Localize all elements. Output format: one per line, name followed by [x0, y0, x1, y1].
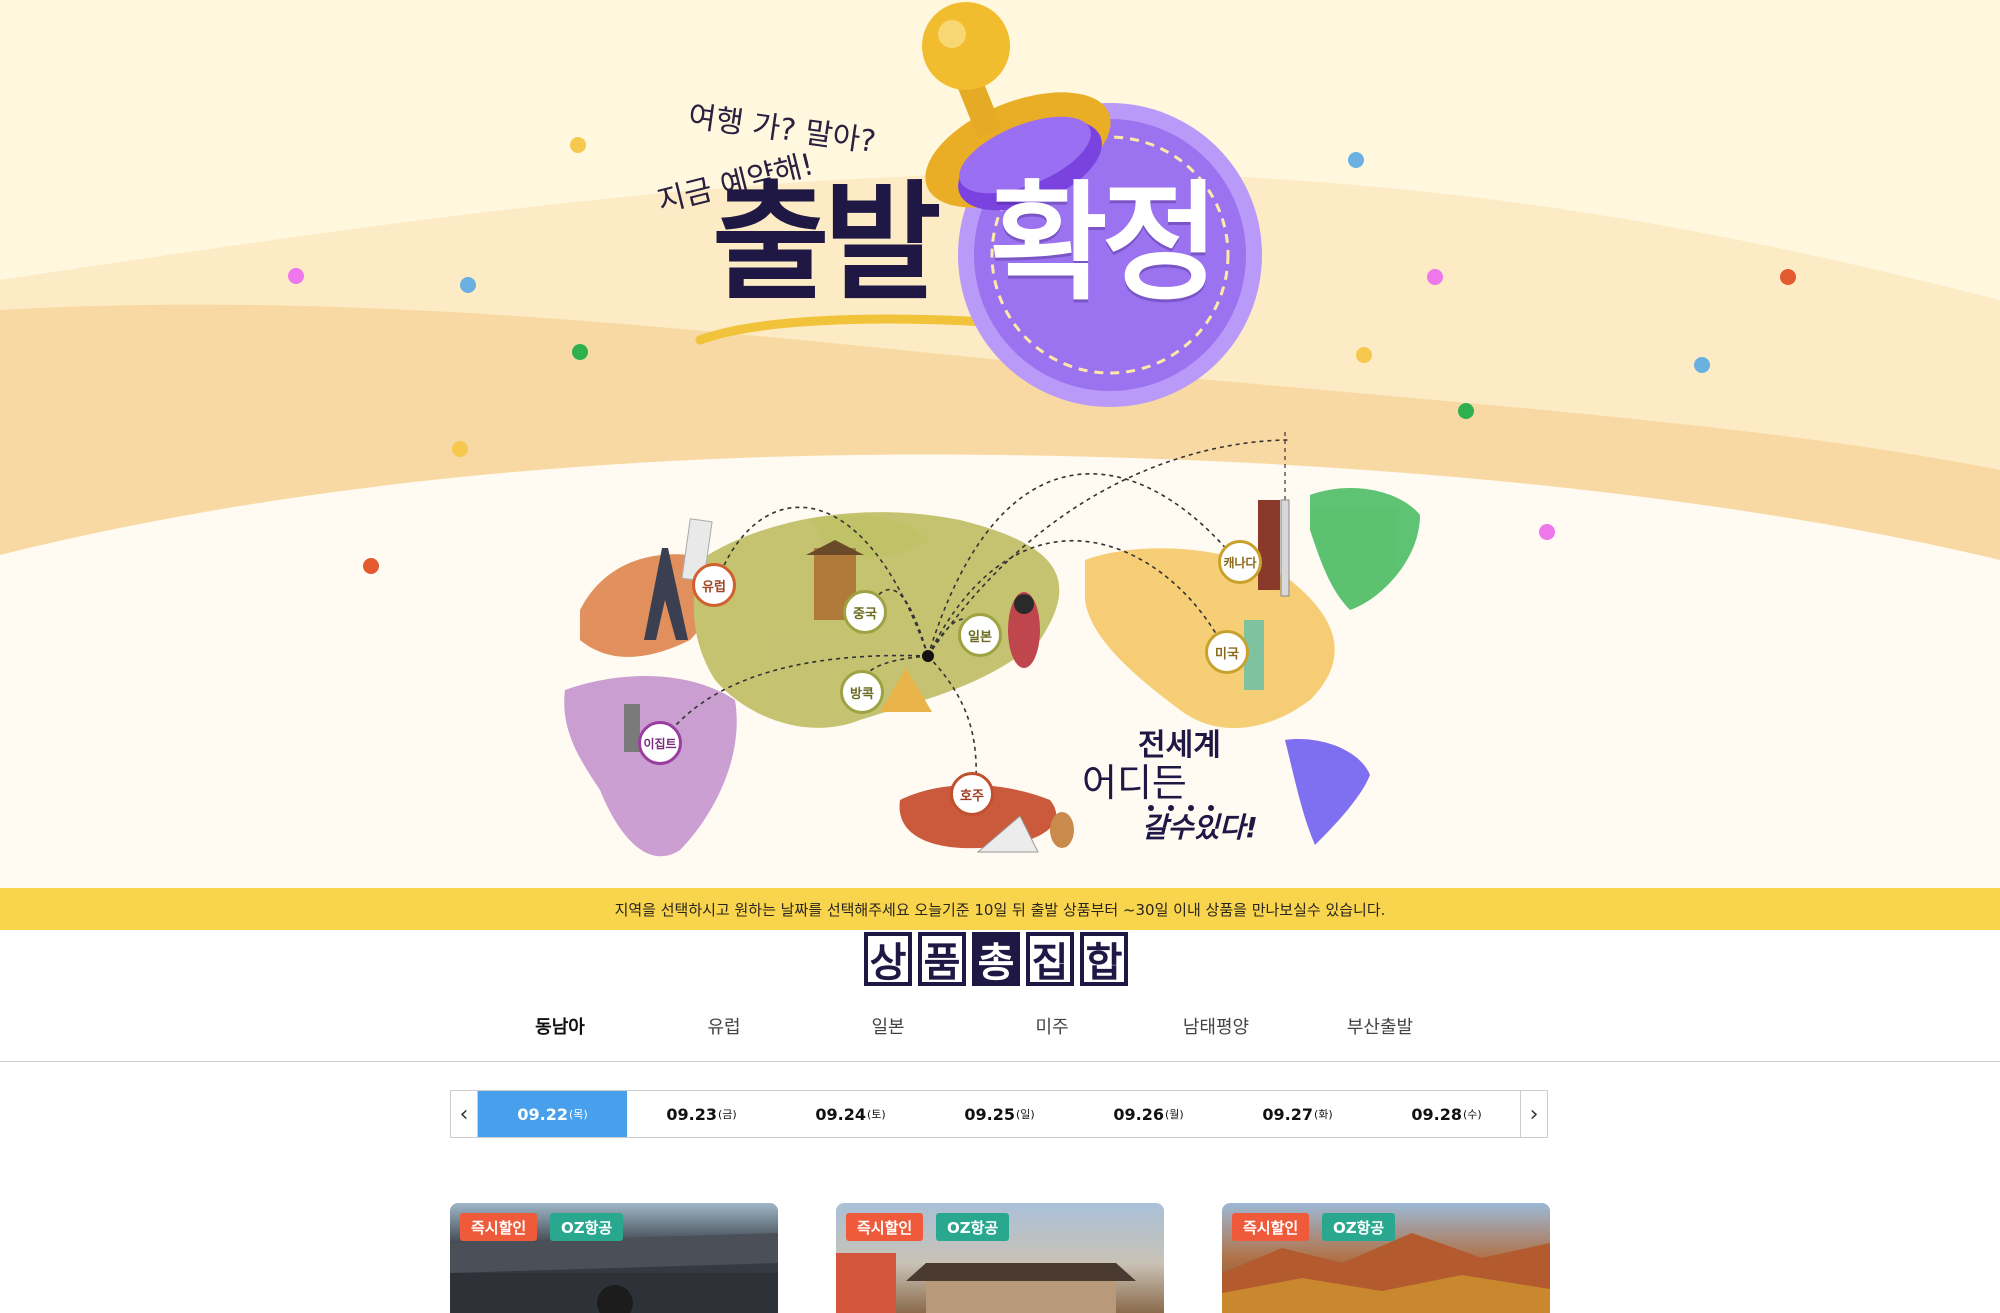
section-title: 상 품 총 집 합	[864, 932, 1128, 986]
date-value: 09.25	[964, 1104, 1015, 1124]
map-label-egypt[interactable]: 이집트	[638, 721, 682, 765]
map-label-canada[interactable]: 캐나다	[1218, 540, 1262, 584]
map-label-bangkok[interactable]: 방콕	[840, 670, 884, 714]
map-label-europe[interactable]: 유럽	[692, 563, 736, 607]
map-label-china[interactable]: 중국	[843, 590, 887, 634]
instant-discount-badge: 즉시할인	[846, 1213, 924, 1241]
geisha-icon	[1008, 592, 1040, 668]
hero-banner: 여행 가? 말아? 지금 예약해! 출발 확정 유럽 중국 일본 방콕 이집트 …	[0, 0, 2000, 888]
product-card[interactable]: 즉시할인 OZ항공	[836, 1203, 1164, 1313]
section-title-char: 품	[918, 932, 966, 986]
info-bar-text: 지역을 선택하시고 원하는 날짜를 선택해주세요 오늘기준 10일 뒤 출발 상…	[614, 900, 1386, 919]
slogan-can-go: 갈수있다!	[1142, 811, 1258, 844]
airline-badge: OZ항공	[550, 1213, 624, 1241]
date-item[interactable]: 09.26 (월)	[1074, 1091, 1223, 1137]
airline-badge: OZ항공	[1322, 1213, 1396, 1241]
date-value: 09.26	[1113, 1104, 1164, 1124]
tab-southeast-asia[interactable]: 동남아	[480, 1013, 640, 1039]
product-card[interactable]: 즉시할인 OZ항공	[1222, 1203, 1550, 1313]
tab-americas[interactable]: 미주	[972, 1013, 1132, 1039]
airline-badge: OZ항공	[936, 1213, 1010, 1241]
date-item[interactable]: 09.22 (목)	[478, 1091, 627, 1137]
next-date-button[interactable]: ›	[1520, 1091, 1547, 1137]
map-label-usa[interactable]: 미국	[1205, 630, 1249, 674]
section-title-char: 총	[972, 932, 1020, 986]
date-item[interactable]: 09.24 (토)	[776, 1091, 925, 1137]
date-day: (일)	[1015, 1108, 1035, 1121]
date-day: (금)	[717, 1108, 737, 1121]
date-value: 09.28	[1411, 1104, 1462, 1124]
instant-discount-badge: 즉시할인	[460, 1213, 538, 1241]
big-ben-icon	[1258, 500, 1280, 590]
date-value: 09.23	[666, 1104, 717, 1124]
tab-south-pacific[interactable]: 남태평양	[1136, 1013, 1296, 1039]
date-day: (화)	[1313, 1108, 1333, 1121]
product-card[interactable]: 즉시할인 OZ항공	[450, 1203, 778, 1313]
section-title-char: 집	[1026, 932, 1074, 986]
region-tabs: 동남아 유럽 일본 미주 남태평양 부산출발	[0, 1003, 2000, 1062]
info-bar: 지역을 선택하시고 원하는 날짜를 선택해주세요 오늘기준 10일 뒤 출발 상…	[0, 888, 2000, 930]
instant-discount-badge: 즉시할인	[1232, 1213, 1310, 1241]
hero-title-confirmed: 확정	[990, 169, 1220, 318]
date-item[interactable]: 09.23 (금)	[627, 1091, 776, 1137]
date-value: 09.24	[815, 1104, 866, 1124]
date-value: 09.22	[517, 1104, 568, 1124]
hero-title-departure: 출발	[712, 169, 942, 318]
tab-europe[interactable]: 유럽	[644, 1013, 804, 1039]
prev-date-button[interactable]: ‹	[451, 1091, 478, 1137]
cn-tower-icon	[1280, 499, 1290, 597]
kangaroo-icon	[1050, 812, 1074, 848]
date-item[interactable]: 09.25 (일)	[925, 1091, 1074, 1137]
tab-busan-departure[interactable]: 부산출발	[1300, 1013, 1460, 1039]
date-day: (월)	[1164, 1108, 1184, 1121]
date-item[interactable]: 09.27 (화)	[1223, 1091, 1372, 1137]
date-value: 09.27	[1262, 1104, 1313, 1124]
map-label-japan[interactable]: 일본	[958, 613, 1002, 657]
date-day: (목)	[568, 1108, 588, 1121]
map-label-australia[interactable]: 호주	[950, 772, 994, 816]
date-selector: ‹ 09.22 (목) 09.23 (금) 09.24 (토) 09.25 (일) 09…	[450, 1090, 1548, 1138]
chevron-left-icon: ‹	[459, 1101, 469, 1127]
section-title-char: 상	[864, 932, 912, 986]
tab-japan[interactable]: 일본	[808, 1013, 968, 1039]
chevron-right-icon: ›	[1529, 1101, 1539, 1127]
date-day: (토)	[866, 1108, 886, 1121]
section-title-char: 합	[1080, 932, 1128, 986]
hero-background	[0, 0, 2000, 888]
date-item[interactable]: 09.28 (수)	[1372, 1091, 1521, 1137]
date-day: (수)	[1462, 1108, 1482, 1121]
